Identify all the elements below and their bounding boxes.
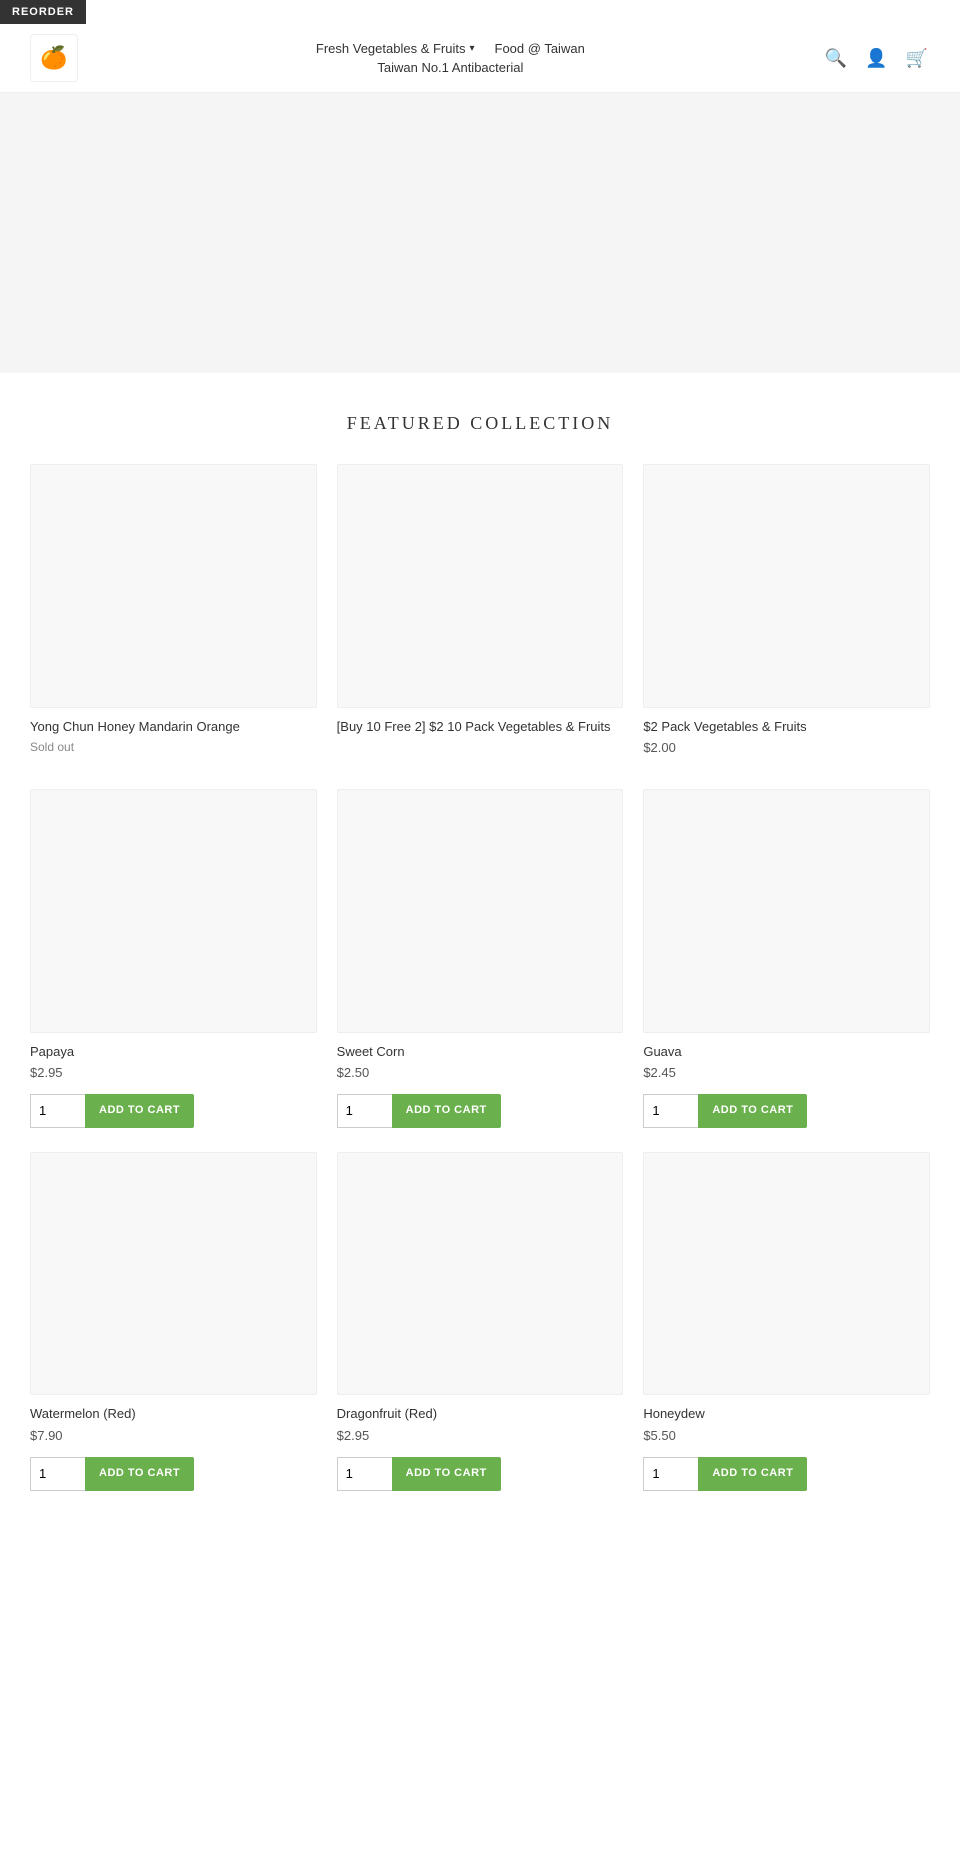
add-to-cart-area-3: ADD TO CART: [30, 1094, 317, 1128]
product-card-8: Honeydew $5.50 ADD TO CART: [643, 1152, 930, 1491]
add-to-cart-button-7[interactable]: ADD TO CART: [392, 1457, 501, 1491]
product-card-6: Watermelon (Red) $7.90 ADD TO CART: [30, 1152, 317, 1491]
add-to-cart-area-7: ADD TO CART: [337, 1457, 624, 1491]
product-image-4[interactable]: [337, 789, 624, 1033]
quantity-input-7[interactable]: [337, 1457, 392, 1491]
logo-image: 🍊: [30, 34, 78, 82]
quantity-input-4[interactable]: [337, 1094, 392, 1128]
site-header: 🍊 Fresh Vegetables & Fruits ▾ Food @ Tai…: [0, 24, 960, 93]
user-login-button[interactable]: 👤: [863, 46, 889, 71]
add-to-cart-button-4[interactable]: ADD TO CART: [392, 1094, 501, 1128]
header-icons: 🔍 👤 🛒: [823, 46, 930, 71]
add-to-cart-button-8[interactable]: ADD TO CART: [698, 1457, 807, 1491]
quantity-input-6[interactable]: [30, 1457, 85, 1491]
user-icon: 👤: [865, 48, 887, 68]
product-image-3[interactable]: [30, 789, 317, 1033]
product-card-0: Yong Chun Honey Mandarin Orange Sold out: [30, 464, 317, 765]
product-name-1: [Buy 10 Free 2] $2 10 Pack Vegetables & …: [337, 718, 624, 736]
products-grid: Yong Chun Honey Mandarin Orange Sold out…: [30, 464, 930, 1491]
nav-row-2: Taiwan No.1 Antibacterial: [377, 60, 523, 75]
product-price-2: $2.00: [643, 740, 930, 755]
reorder-bar[interactable]: REORDER: [0, 0, 86, 24]
search-button[interactable]: 🔍: [823, 46, 849, 71]
featured-section: FEATURED COLLECTION Yong Chun Honey Mand…: [0, 373, 960, 1551]
product-image-7[interactable]: [337, 1152, 624, 1396]
product-image-8[interactable]: [643, 1152, 930, 1396]
add-to-cart-area-8: ADD TO CART: [643, 1457, 930, 1491]
product-card-3: Papaya $2.95 ADD TO CART: [30, 789, 317, 1128]
product-image-2[interactable]: [643, 464, 930, 708]
quantity-input-8[interactable]: [643, 1457, 698, 1491]
logo-area: 🍊: [30, 34, 78, 82]
section-title: FEATURED COLLECTION: [30, 413, 930, 434]
nav-row-1: Fresh Vegetables & Fruits ▾ Food @ Taiwa…: [316, 41, 585, 56]
add-to-cart-area-5: ADD TO CART: [643, 1094, 930, 1128]
product-image-1[interactable]: [337, 464, 624, 708]
product-name-8: Honeydew: [643, 1405, 930, 1423]
product-name-5: Guava: [643, 1043, 930, 1061]
product-card-1: [Buy 10 Free 2] $2 10 Pack Vegetables & …: [337, 464, 624, 765]
nav-food-taiwan[interactable]: Food @ Taiwan: [495, 41, 585, 56]
product-image-6[interactable]: [30, 1152, 317, 1396]
add-to-cart-button-6[interactable]: ADD TO CART: [85, 1457, 194, 1491]
quantity-input-5[interactable]: [643, 1094, 698, 1128]
hero-banner: [0, 93, 960, 373]
product-card-5: Guava $2.45 ADD TO CART: [643, 789, 930, 1128]
product-name-6: Watermelon (Red): [30, 1405, 317, 1423]
nav-antibacterial[interactable]: Taiwan No.1 Antibacterial: [377, 60, 523, 75]
nav-fresh-vegetables[interactable]: Fresh Vegetables & Fruits ▾: [316, 41, 475, 56]
product-name-0: Yong Chun Honey Mandarin Orange: [30, 718, 317, 736]
product-name-4: Sweet Corn: [337, 1043, 624, 1061]
search-icon: 🔍: [825, 48, 847, 68]
product-name-2: $2 Pack Vegetables & Fruits: [643, 718, 930, 736]
product-card-7: Dragonfruit (Red) $2.95 ADD TO CART: [337, 1152, 624, 1491]
product-price-5: $2.45: [643, 1065, 930, 1080]
product-image-0[interactable]: [30, 464, 317, 708]
add-to-cart-area-6: ADD TO CART: [30, 1457, 317, 1491]
product-image-5[interactable]: [643, 789, 930, 1033]
product-card-2: $2 Pack Vegetables & Fruits $2.00: [643, 464, 930, 765]
product-name-3: Papaya: [30, 1043, 317, 1061]
product-price-3: $2.95: [30, 1065, 317, 1080]
logo-icon: 🍊: [40, 45, 67, 71]
add-to-cart-area-4: ADD TO CART: [337, 1094, 624, 1128]
chevron-down-icon: ▾: [469, 43, 474, 54]
cart-button[interactable]: 🛒: [904, 46, 930, 71]
product-price-7: $2.95: [337, 1428, 624, 1443]
main-nav: Fresh Vegetables & Fruits ▾ Food @ Taiwa…: [316, 41, 585, 75]
product-card-4: Sweet Corn $2.50 ADD TO CART: [337, 789, 624, 1128]
add-to-cart-button-5[interactable]: ADD TO CART: [698, 1094, 807, 1128]
product-price-6: $7.90: [30, 1428, 317, 1443]
add-to-cart-button-3[interactable]: ADD TO CART: [85, 1094, 194, 1128]
quantity-input-3[interactable]: [30, 1094, 85, 1128]
product-name-7: Dragonfruit (Red): [337, 1405, 624, 1423]
cart-icon: 🛒: [906, 48, 928, 68]
sold-out-label-0: Sold out: [30, 740, 317, 754]
product-price-8: $5.50: [643, 1428, 930, 1443]
product-price-4: $2.50: [337, 1065, 624, 1080]
